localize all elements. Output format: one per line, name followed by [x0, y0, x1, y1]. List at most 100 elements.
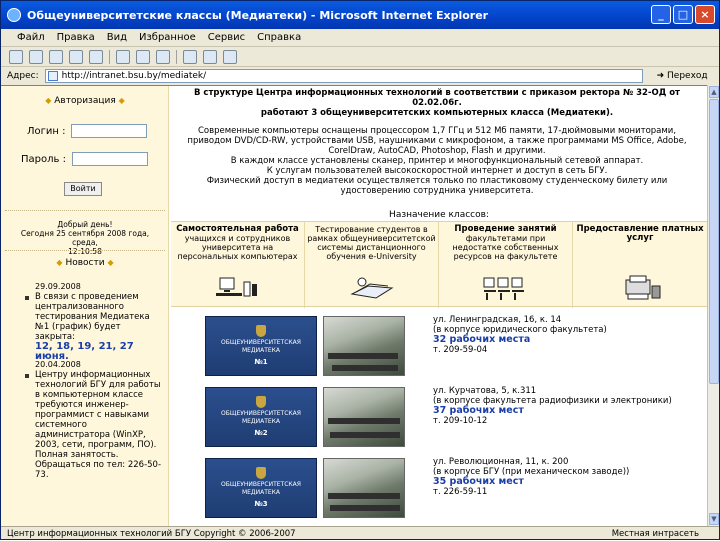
news-text: В связи с проведением централизованного … — [35, 292, 150, 342]
auth-title: Авторизация — [54, 96, 116, 106]
mediateka-logo[interactable]: ОБЩЕУНИВЕРСИТЕТСКАЯ МЕДИАТЕКА №1 — [205, 316, 317, 376]
minimize-button[interactable]: _ — [651, 5, 671, 24]
classroom-photo[interactable] — [323, 387, 405, 447]
scroll-up-icon[interactable]: ▲ — [709, 86, 719, 98]
status-text: Центр информационных технологий БГУ Copy… — [7, 528, 296, 539]
university-crest-icon — [256, 467, 266, 479]
address-label: Адрес: — [7, 71, 39, 81]
forward-icon[interactable] — [29, 49, 43, 64]
browser-window: Общеуниверситетские классы (Медиатеки) -… — [0, 0, 720, 540]
classroom-photo[interactable] — [323, 316, 405, 376]
logo-text: ОБЩЕУНИВЕРСИТЕТСКАЯ МЕДИАТЕКА — [221, 481, 301, 496]
favorites-icon[interactable] — [136, 49, 150, 64]
news-date: 29.09.2008 — [35, 282, 81, 291]
mediateka-phone: т. 226-59-11 — [433, 487, 488, 497]
address-input[interactable]: http://intranet.bsu.by/mediatek/ — [44, 69, 643, 83]
menu-file[interactable]: Файл — [17, 32, 45, 43]
printer-icon — [625, 275, 661, 300]
logo-number: №3 — [254, 500, 268, 508]
purpose-cell-title: Самостоятельная работа — [176, 224, 299, 234]
intro-body: Современные компьютеры оснащены процессо… — [187, 126, 687, 156]
logo-text: ОБЩЕУНИВЕРСИТЕТСКАЯ МЕДИАТЕКА — [221, 410, 301, 425]
print-icon[interactable] — [203, 49, 217, 64]
status-bar: Центр информационных технологий БГУ Copy… — [1, 526, 719, 540]
home-icon[interactable] — [89, 49, 103, 64]
mediateka-seats: 35 рабочих мест — [433, 476, 524, 487]
divider — [5, 250, 165, 251]
menu-edit[interactable]: Правка — [57, 32, 95, 43]
security-zone: Местная интрасеть — [611, 529, 699, 539]
mediateka-logo[interactable]: ОБЩЕУНИВЕРСИТЕТСКАЯ МЕДИАТЕКА №3 — [205, 458, 317, 518]
go-button[interactable]: ➜ Переход — [657, 71, 708, 81]
menu-tools[interactable]: Сервис — [208, 32, 245, 43]
main-area: В структуре Центра информационных технол… — [171, 86, 707, 526]
window-title: Общеуниверситетские классы (Медиатеки) -… — [27, 8, 489, 22]
news-highlight: 12, 18, 19, 21, 27 июня. — [35, 341, 134, 362]
go-label: Переход — [667, 71, 708, 81]
intro-block: В структуре Центра информационных технол… — [177, 88, 697, 196]
menu-favorites[interactable]: Избранное — [139, 32, 196, 43]
mediateka-phone: т. 209-59-04 — [433, 345, 488, 355]
password-input[interactable] — [71, 152, 148, 166]
mediateka-info: ул. Революционная, 11, к. 200 (в корпусе… — [433, 457, 703, 497]
logo-number: №2 — [254, 429, 268, 437]
greeting-time: 12:10:58 — [68, 247, 102, 256]
mediateka-logo[interactable]: ОБЩЕУНИВЕРСИТЕТСКАЯ МЕДИАТЕКА №2 — [205, 387, 317, 447]
menu-help[interactable]: Справка — [257, 32, 301, 43]
classroom-photo[interactable] — [323, 458, 405, 518]
login-label: Логин : — [27, 125, 66, 137]
purpose-cell-text: Тестирование студентов в рамках общеунив… — [307, 225, 436, 261]
login-row: Логин : — [27, 124, 148, 138]
purpose-cell-title: Предоставление платных услуг — [576, 224, 704, 243]
mediateka-row: ОБЩЕУНИВЕРСИТЕТСКАЯ МЕДИАТЕКА №3 ул. Рев… — [171, 454, 707, 522]
purpose-cell: Тестирование студентов в рамках общеунив… — [305, 222, 439, 308]
toolbar-separator — [176, 49, 177, 64]
university-crest-icon — [256, 325, 266, 337]
toolbar — [1, 47, 719, 67]
classroom-icon — [483, 277, 524, 300]
purpose-cell-title: Проведение занятий — [454, 224, 557, 234]
mediateka-row: ОБЩЕУНИВЕРСИТЕТСКАЯ МЕДИАТЕКА №1 ул. Лен… — [171, 312, 707, 380]
address-url: http://intranet.bsu.by/mediatek/ — [61, 71, 207, 81]
purpose-cell: Самостоятельная работа учащихся и сотруд… — [171, 222, 305, 308]
logo-number: №1 — [254, 358, 268, 366]
history-icon[interactable] — [156, 49, 170, 64]
menu-view[interactable]: Вид — [107, 32, 127, 43]
edit-icon[interactable] — [223, 49, 237, 64]
back-icon[interactable] — [9, 49, 23, 64]
news-bullet — [25, 374, 29, 378]
purpose-cell: Проведение занятий факультетами при недо… — [439, 222, 573, 308]
close-button[interactable]: × — [695, 5, 715, 24]
divider — [5, 210, 165, 211]
mediateka-row: ОБЩЕУНИВЕРСИТЕТСКАЯ МЕДИАТЕКА №2 ул. Кур… — [171, 383, 707, 451]
news-item[interactable]: Центру информационных технологий БГУ для… — [35, 370, 163, 480]
mediateka-address: ул. Курчатова, 5, к.311 — [433, 386, 537, 396]
address-bar: Адрес: http://intranet.bsu.by/mediatek/ … — [1, 67, 719, 85]
mediateka-seats: 32 рабочих места — [433, 334, 531, 345]
login-input[interactable] — [71, 124, 148, 138]
stop-icon[interactable] — [49, 49, 63, 64]
scroll-down-icon[interactable]: ▼ — [709, 513, 719, 525]
logo-text: ОБЩЕУНИВЕРСИТЕТСКАЯ МЕДИАТЕКА — [221, 339, 301, 354]
vertical-scrollbar[interactable]: ▲ ▼ — [707, 85, 719, 526]
refresh-icon[interactable] — [69, 49, 83, 64]
purpose-cell-text: учащихся и сотрудников университета на п… — [177, 234, 298, 261]
scroll-thumb[interactable] — [709, 99, 719, 384]
news-item[interactable]: В связи с проведением централизованного … — [35, 292, 163, 362]
maximize-button[interactable]: □ — [673, 5, 693, 24]
news-date: 20.04.2008 — [35, 360, 81, 369]
mediateka-seats: 37 рабочих мест — [433, 405, 524, 416]
search-icon[interactable] — [116, 49, 130, 64]
intro-line: работают 3 общеуниверситетских компьютер… — [260, 108, 614, 118]
login-button[interactable]: Войти — [64, 182, 102, 196]
auth-header: ◆ Авторизация ◆ — [45, 96, 125, 106]
title-bar: Общеуниверситетские классы (Медиатеки) -… — [1, 1, 719, 29]
intro-note: Физический доступ в медиатеки осуществля… — [206, 176, 668, 196]
greeting-date: Сегодня 25 сентября 2008 года, среда, — [20, 229, 150, 247]
toolbar-separator — [109, 49, 110, 64]
mail-icon[interactable] — [183, 49, 197, 64]
purpose-cell: Предоставление платных услуг — [573, 222, 707, 308]
university-crest-icon — [256, 396, 266, 408]
news-title: Новости — [65, 258, 105, 268]
purpose-cell-text: факультетами при недостатке собственных … — [452, 234, 559, 261]
